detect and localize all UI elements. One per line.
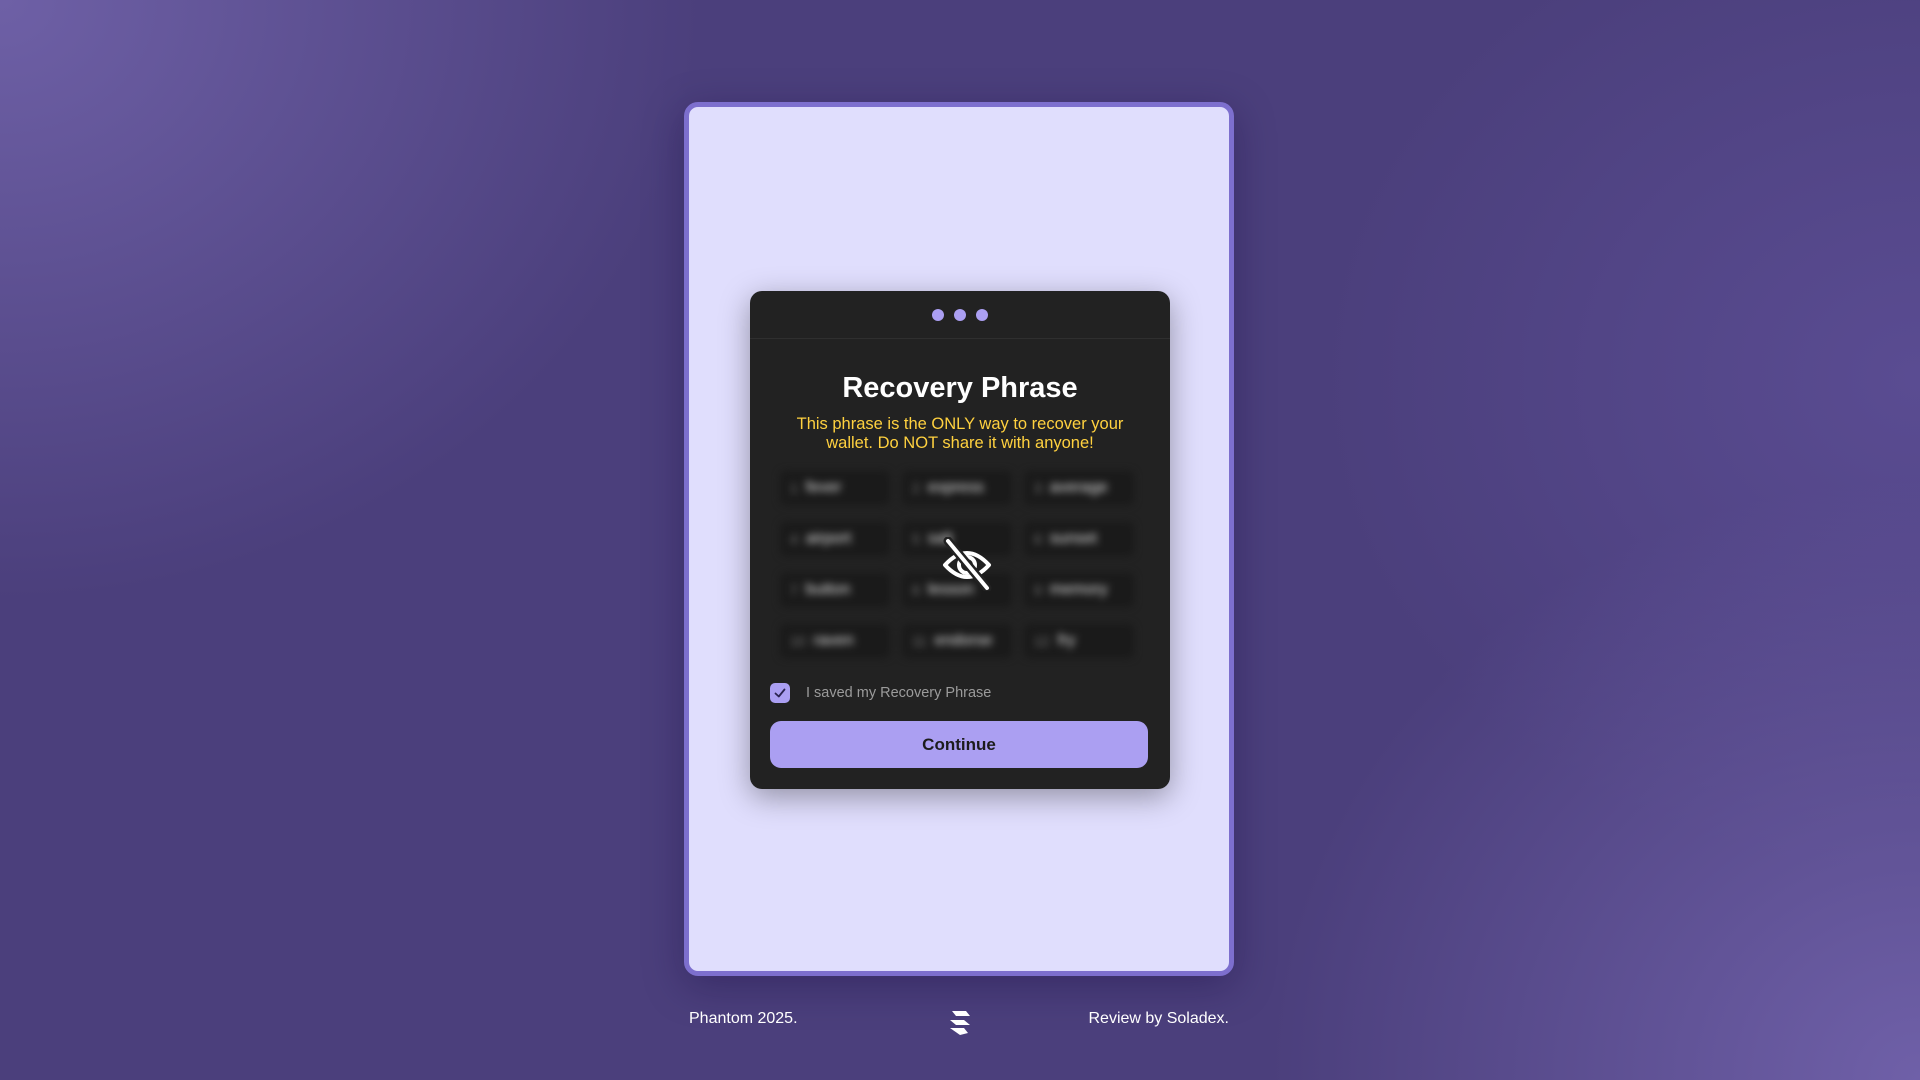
- recovery-word: 1 fever: [780, 471, 890, 505]
- word-number: 7: [790, 582, 798, 598]
- saved-checkbox-label[interactable]: I saved my Recovery Phrase: [806, 685, 991, 701]
- step-dot: [954, 308, 966, 321]
- word-number: 11: [912, 633, 927, 649]
- warning-text: This phrase is the ONLY way to recover y…: [796, 415, 1124, 452]
- word-text: express: [927, 479, 984, 496]
- word-text: average: [1049, 479, 1108, 496]
- recovery-word: 2 express: [902, 471, 1012, 505]
- recovery-word: 10 raven: [780, 624, 890, 658]
- word-number: 6: [1034, 531, 1042, 547]
- word-text: button: [805, 581, 851, 598]
- word-text: memory: [1049, 581, 1108, 598]
- recovery-word: 6 sunset: [1024, 522, 1134, 556]
- word-number: 2: [912, 480, 920, 496]
- word-number: 3: [1034, 480, 1042, 496]
- recovery-word: 3 average: [1024, 471, 1134, 505]
- word-number: 9: [1034, 582, 1042, 598]
- recovery-word: 12 fry: [1024, 624, 1134, 658]
- footer-copyright: Phantom 2025.: [689, 1010, 798, 1027]
- step-indicator: [750, 291, 1170, 339]
- step-dot: [976, 308, 988, 321]
- word-text: fry: [1057, 632, 1076, 649]
- eye-off-icon[interactable]: [940, 536, 994, 593]
- word-number: 4: [790, 531, 798, 547]
- recovery-word: 9 memory: [1024, 573, 1134, 607]
- step-dot: [932, 308, 944, 321]
- word-text: sunset: [1049, 530, 1097, 547]
- recovery-word: 11 endorse: [902, 624, 1012, 658]
- recovery-word: 7 button: [780, 573, 890, 607]
- word-number: 5: [912, 531, 920, 547]
- word-number: 10: [790, 633, 806, 649]
- soladex-logo-icon: [947, 1008, 973, 1036]
- word-number: 1: [790, 480, 798, 496]
- word-text: airport: [805, 530, 852, 547]
- footer-credit: Review by Soladex.: [1088, 1010, 1229, 1027]
- word-number: 8: [912, 582, 920, 598]
- recovery-word: 4 airport: [780, 522, 890, 556]
- word-text: fever: [805, 479, 842, 496]
- dialog-title: Recovery Phrase: [842, 372, 1078, 404]
- saved-confirmation: I saved my Recovery Phrase: [770, 683, 991, 703]
- recovery-words-grid: 1 fever 2 express 3 average 4 airport 5 salt 6 suns…: [780, 471, 1144, 661]
- recovery-phrase-dialog: Recovery Phrase This phrase is the ONLY …: [750, 291, 1170, 789]
- word-text: endorse: [934, 632, 993, 649]
- saved-checkbox[interactable]: [770, 683, 790, 703]
- continue-button[interactable]: Continue: [770, 721, 1148, 768]
- word-text: raven: [813, 632, 854, 649]
- word-number: 12: [1034, 633, 1050, 649]
- check-icon: [774, 688, 786, 698]
